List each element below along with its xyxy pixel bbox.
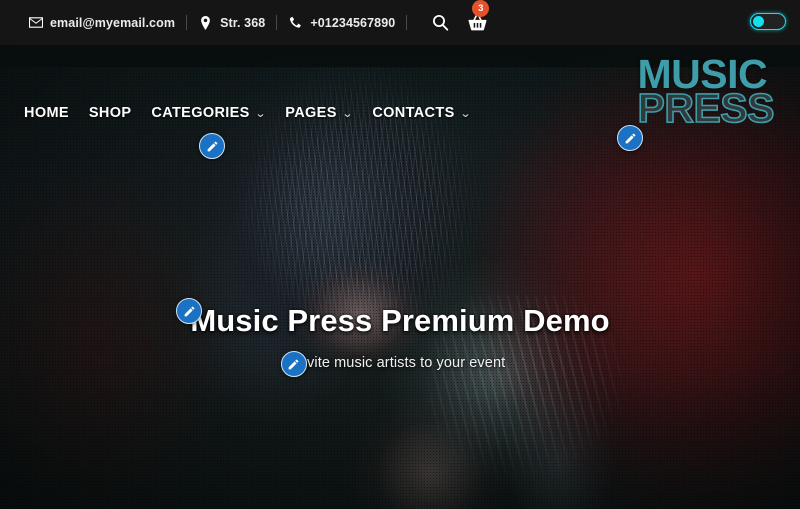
nav-item-contacts[interactable]: CONTACTS ⌄ xyxy=(372,105,472,121)
nav-item-home[interactable]: HOME xyxy=(24,105,69,121)
nav-item-pages-label: PAGES xyxy=(285,105,337,121)
top-contact-bar: email@myemail.com Str. 368 +01234567890 … xyxy=(0,0,800,45)
phone-icon xyxy=(288,15,303,30)
topbar-phone[interactable]: +01234567890 xyxy=(288,15,395,30)
hero-text-block: Music Press Premium Demo Invite music ar… xyxy=(0,298,800,377)
topbar-email-text: email@myemail.com xyxy=(50,15,176,30)
nav-item-contacts-label: CONTACTS xyxy=(372,105,455,121)
nav-item-categories-label: CATEGORIES xyxy=(151,105,250,121)
nav-item-shop-label: SHOP xyxy=(88,105,132,121)
topbar-phone-text: +01234567890 xyxy=(310,15,396,30)
topbar-email[interactable]: email@myemail.com xyxy=(28,15,175,30)
hero-title-wrapper: Music Press Premium Demo xyxy=(176,298,610,339)
topbar-address[interactable]: Str. 368 xyxy=(198,15,265,30)
edit-hero-subtitle-button[interactable] xyxy=(280,351,307,377)
nav-item-home-label: HOME xyxy=(24,105,69,121)
nav-item-shop[interactable]: SHOP xyxy=(89,105,132,121)
nav-item-categories[interactable]: CATEGORIES ⌄ xyxy=(151,105,267,121)
search-icon[interactable] xyxy=(429,12,451,34)
edit-navigation-button[interactable] xyxy=(199,133,225,159)
logo-line-press: PRESS xyxy=(637,85,776,132)
chevron-down-icon: ⌄ xyxy=(459,107,472,120)
shopping-basket-icon[interactable]: 3 xyxy=(464,0,490,36)
main-navigation: HOME SHOP CATEGORIES ⌄ PAGES ⌄ CONTACTS … xyxy=(24,105,472,121)
chevron-down-icon: ⌄ xyxy=(254,107,267,120)
header-nav-row: HOME SHOP CATEGORIES ⌄ PAGES ⌄ CONTACTS … xyxy=(0,45,800,159)
topbar-divider xyxy=(276,15,278,30)
hero-subtitle-wrapper: Invite music artists to your event xyxy=(280,351,506,377)
page-root: Music Press Premium Demo Invite music ar… xyxy=(0,0,800,509)
theme-toggle-switch[interactable] xyxy=(750,13,786,30)
cart-count-badge: 3 xyxy=(472,0,490,17)
topbar-divider xyxy=(186,15,188,30)
nav-item-pages[interactable]: PAGES ⌄ xyxy=(285,105,354,121)
top-bar-contact-group: email@myemail.com Str. 368 +01234567890 … xyxy=(28,0,490,45)
edit-logo-button[interactable] xyxy=(617,125,643,151)
topbar-address-text: Str. 368 xyxy=(220,15,266,30)
chevron-down-icon: ⌄ xyxy=(341,107,354,120)
topbar-divider xyxy=(406,15,408,30)
hero-subtitle-text: Invite music artists to your event xyxy=(294,355,506,371)
site-logo[interactable]: MUSIC PRESS xyxy=(637,53,776,132)
map-pin-icon xyxy=(198,15,213,30)
hero-title-text: Music Press Premium Demo xyxy=(190,303,610,338)
envelope-icon xyxy=(28,15,43,30)
